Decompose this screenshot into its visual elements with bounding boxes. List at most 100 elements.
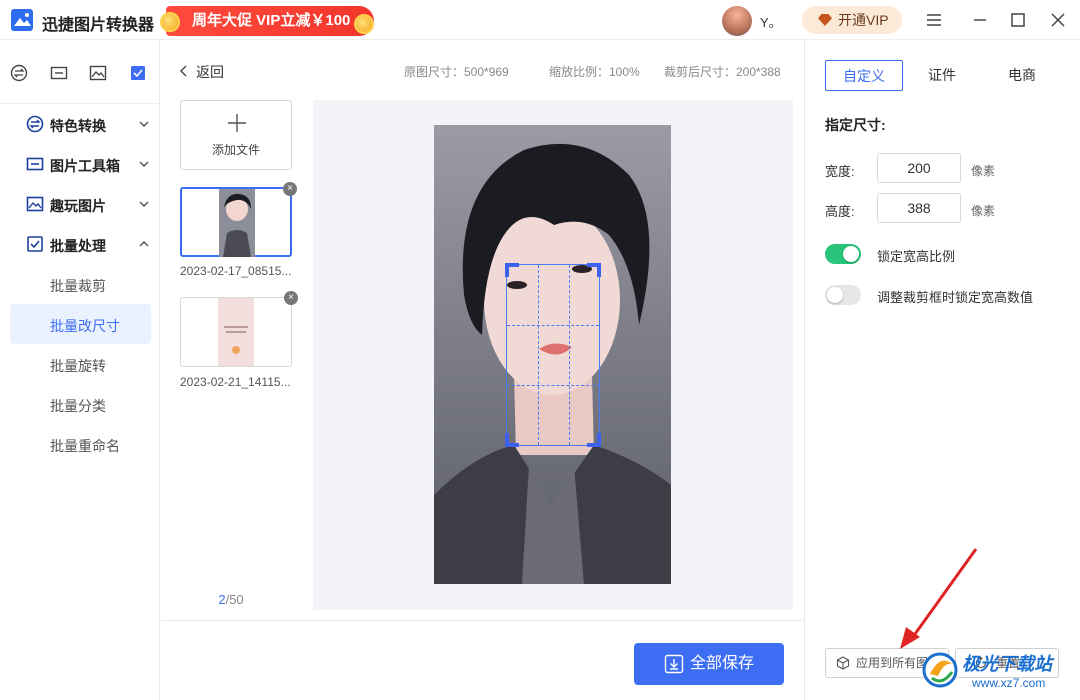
title-bar: 迅捷图片转换器 周年大促 VIP立减￥100 Y。 开通VIP: [0, 0, 1080, 40]
coin-icon: [160, 12, 180, 32]
crop-grid-line: [569, 265, 570, 445]
sidebar-item-batch-rename[interactable]: 批量重命名: [10, 424, 151, 464]
portrait-thumbnail-image: [219, 189, 255, 257]
file-list-panel: 返回 添加文件 × 2023-02-17_08515... × 2023-02-…: [161, 40, 313, 620]
toolbox-icon: [26, 157, 44, 171]
close-icon[interactable]: [1048, 10, 1068, 30]
file-name: 2023-02-21_14115...: [180, 375, 291, 389]
crop-grid-line: [507, 385, 599, 386]
height-unit: 像素: [971, 204, 996, 218]
nav-group-label: 批量处理: [50, 238, 106, 254]
sidebar: 特色转换 图片工具箱 趣玩图片 批量处理 批量裁剪 批量改尺寸 批量旋转 批量分…: [0, 40, 160, 700]
sidebar-item-batch-crop[interactable]: 批量裁剪: [10, 264, 151, 304]
vip-gem-icon: [818, 14, 832, 26]
crop-handle-top-right[interactable]: [587, 263, 601, 277]
sidebar-item-label: 批量裁剪: [50, 278, 106, 294]
sidebar-item-label: 批量旋转: [50, 358, 106, 374]
width-label: 宽度:: [825, 164, 855, 179]
sidebar-item-batch-classify[interactable]: 批量分类: [10, 384, 151, 424]
nav-group-toolbox[interactable]: 图片工具箱: [0, 144, 160, 184]
nav-group-fun-images[interactable]: 趣玩图片: [0, 184, 160, 224]
tab-custom[interactable]: 自定义: [825, 60, 903, 91]
nav-group-special-convert[interactable]: 特色转换: [0, 104, 160, 144]
crop-grid-line: [538, 265, 539, 445]
tab-ecommerce[interactable]: 电商: [983, 60, 1061, 91]
toolbox-icon[interactable]: [50, 64, 68, 82]
save-all-label: 全部保存: [690, 655, 755, 672]
back-link[interactable]: 返回: [196, 62, 224, 82]
card-thumbnail-image: [218, 298, 254, 366]
height-label: 高度:: [825, 204, 855, 219]
section-title: 指定尺寸:: [825, 117, 886, 133]
page-total: /50: [225, 592, 244, 607]
toggle-knob: [843, 246, 859, 262]
site-watermark: 极光下载站 www.xz7.com: [912, 644, 1080, 700]
remove-file-icon[interactable]: ×: [284, 291, 298, 305]
sidebar-quick-icons: [0, 40, 160, 104]
nav-group-label: 图片工具箱: [50, 158, 120, 174]
annotation-arrow: [900, 548, 978, 649]
image-preview-area: [313, 100, 793, 610]
lock-values-label: 调整裁剪框时锁定宽高数值: [877, 290, 1034, 305]
preview-photo: [434, 125, 671, 584]
user-name[interactable]: Y。: [760, 12, 782, 31]
download-icon: [664, 654, 684, 674]
lock-values-toggle[interactable]: [825, 285, 861, 305]
crop-frame[interactable]: [505, 263, 601, 447]
lock-ratio-label: 锁定宽高比例: [877, 249, 956, 264]
watermark-url: www.xz7.com: [972, 676, 1046, 690]
toggle-knob: [827, 287, 843, 303]
vip-label: 开通VIP: [838, 12, 889, 28]
crop-grid-line: [507, 325, 599, 326]
watermark-logo-icon: [922, 652, 958, 688]
sidebar-item-batch-rotate[interactable]: 批量旋转: [10, 344, 151, 384]
chevron-down-icon: [139, 201, 149, 207]
remove-file-icon[interactable]: ×: [283, 182, 297, 196]
page-current: 2: [218, 592, 226, 607]
open-vip-button[interactable]: 开通VIP: [802, 6, 902, 34]
minimize-icon[interactable]: [970, 10, 990, 30]
save-all-button[interactable]: 全部保存: [634, 643, 784, 685]
nav-group-label: 特色转换: [50, 118, 106, 134]
batch-check-icon: [27, 236, 43, 252]
cube-icon: [836, 656, 850, 670]
promo-text: 周年大促 VIP立减￥100: [192, 12, 351, 29]
image-icon[interactable]: [89, 64, 107, 82]
file-thumbnail[interactable]: ×: [180, 291, 298, 367]
chevron-down-icon: [139, 121, 149, 127]
maximize-icon[interactable]: [1008, 10, 1028, 30]
coin-icon: [354, 14, 374, 34]
image-icon: [26, 196, 44, 212]
file-name: 2023-02-17_08515...: [180, 264, 292, 278]
width-input[interactable]: [877, 153, 961, 183]
sidebar-item-label: 批量重命名: [50, 438, 120, 454]
height-input[interactable]: [877, 193, 961, 223]
watermark-title: 极光下载站: [962, 654, 1052, 674]
crop-handle-bottom-right[interactable]: [587, 433, 601, 447]
app-logo-icon: [11, 9, 33, 31]
add-file-label: 添加文件: [211, 143, 260, 157]
tab-id-photo[interactable]: 证件: [903, 60, 981, 91]
width-unit: 像素: [971, 164, 996, 178]
crop-handle-top-left[interactable]: [505, 263, 519, 277]
add-file-button[interactable]: 添加文件: [180, 100, 292, 170]
promo-banner[interactable]: 周年大促 VIP立减￥100: [166, 6, 374, 36]
chevron-left-icon[interactable]: [179, 64, 189, 78]
page-count: 2/50: [161, 592, 301, 607]
plus-icon: [228, 114, 246, 132]
menu-icon[interactable]: [924, 10, 944, 30]
sidebar-item-batch-resize[interactable]: 批量改尺寸: [10, 304, 151, 344]
app-title: 迅捷图片转换器: [42, 17, 155, 34]
file-thumbnail[interactable]: ×: [180, 182, 297, 257]
user-avatar[interactable]: [722, 6, 752, 36]
chevron-down-icon: [139, 161, 149, 167]
swap-icon[interactable]: [10, 64, 28, 82]
sidebar-item-label: 批量改尺寸: [50, 318, 120, 334]
crop-handle-bottom-left[interactable]: [505, 433, 519, 447]
swap-icon: [26, 115, 44, 133]
zoom-info: 缩放比例：100%: [549, 65, 640, 79]
nav-group-label: 趣玩图片: [50, 198, 106, 214]
batch-check-icon[interactable]: [129, 64, 147, 82]
nav-group-batch[interactable]: 批量处理: [0, 224, 160, 264]
lock-ratio-toggle[interactable]: [825, 244, 861, 264]
